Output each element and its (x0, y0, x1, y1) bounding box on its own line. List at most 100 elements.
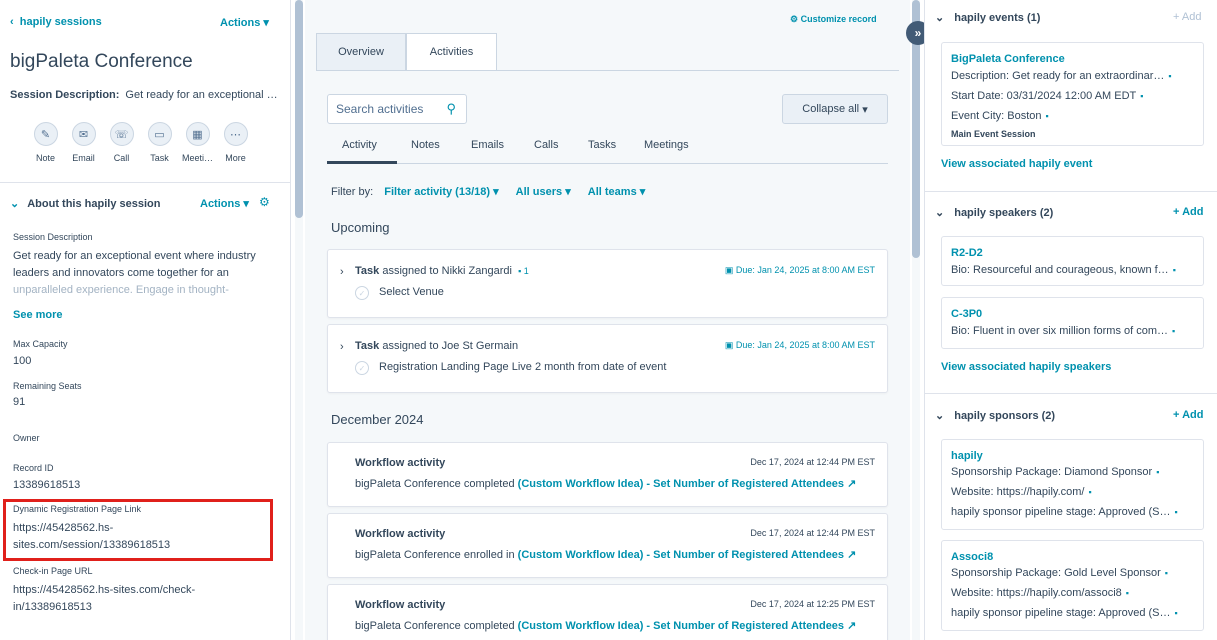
sponsor-website: Website: https://hapily.com/associ8 ▪ (951, 587, 1196, 599)
view-associated-speakers-link[interactable]: View associated hapily speakers (941, 361, 1111, 373)
more-action[interactable]: ⋯ More (222, 122, 249, 163)
workflow-card[interactable]: Workflow activity Dec 17, 2024 at 12:25 … (327, 584, 888, 640)
task-complete-checkbox[interactable]: ✓ (355, 286, 369, 300)
sponsor-name-link[interactable]: Associ8 (951, 551, 993, 563)
workflow-body-text: bigPaleta Conference enrolled in (355, 549, 515, 561)
workflow-body-text: bigPaleta Conference completed (355, 478, 515, 490)
checkin-url-value[interactable]: in/13389618513 (13, 599, 92, 616)
workflow-body: bigPaleta Conference completed (Custom W… (355, 477, 856, 490)
speakers-section-toggle[interactable]: ⌄ hapily speakers (2) (935, 206, 1053, 219)
scrollbar-thumb[interactable] (295, 0, 303, 218)
all-teams-dropdown[interactable]: All teams ▾ (588, 186, 646, 198)
all-users-dropdown[interactable]: All users ▾ (516, 186, 571, 198)
sponsor-name-link[interactable]: hapily (951, 450, 983, 462)
copy-icon[interactable]: ▪ (1168, 71, 1171, 81)
event-name-link[interactable]: BigPaleta Conference (951, 53, 1065, 65)
left-sidebar: ‹ hapily sessions Actions ▾ bigPaleta Co… (0, 0, 291, 640)
speaker-name-link[interactable]: R2-D2 (951, 247, 983, 259)
events-section-toggle[interactable]: ⌄ hapily events (1) (935, 11, 1040, 24)
sponsor-stage-text: hapily sponsor pipeline stage: Approved … (951, 607, 1171, 619)
subtab-emails[interactable]: Emails (471, 139, 504, 151)
session-description-summary: Session Description: Get ready for an exc… (10, 89, 280, 101)
workflow-title: Workflow activity (355, 599, 446, 611)
task-complete-checkbox[interactable]: ✓ (355, 361, 369, 375)
copy-icon[interactable]: ▪ (1173, 265, 1176, 275)
checkin-url-value[interactable]: https://45428562.hs-sites.com/check- (13, 582, 195, 599)
task-name[interactable]: Select Venue (379, 286, 444, 298)
workflow-timestamp: Dec 17, 2024 at 12:44 PM EST (750, 528, 875, 538)
collapse-all-button[interactable]: Collapse all ▾ (782, 94, 888, 124)
copy-icon[interactable]: ▪ (1175, 507, 1178, 517)
event-city-text: Event City: Boston (951, 110, 1042, 122)
event-tag: Main Event Session (951, 129, 1036, 139)
sponsors-section-toggle[interactable]: ⌄ hapily sponsors (2) (935, 409, 1055, 422)
all-teams-label: All teams (587, 186, 637, 198)
comment-icon: ▪ (518, 266, 522, 276)
workflow-link[interactable]: (Custom Workflow Idea) - Set Number of R… (518, 549, 857, 561)
task-prefix: Task (355, 340, 380, 352)
sponsor-card: hapily Sponsorship Package: Diamond Spon… (941, 439, 1204, 530)
max-capacity-value[interactable]: 100 (13, 353, 31, 370)
subtab-meetings[interactable]: Meetings (644, 139, 689, 151)
customize-record-link[interactable]: ⚙ Customize record (790, 14, 877, 25)
month-header: December 2024 (331, 412, 424, 427)
sponsor-package-text: Sponsorship Package: Diamond Sponsor (951, 466, 1153, 478)
about-actions-dropdown[interactable]: Actions ▾ (200, 197, 249, 210)
copy-icon[interactable]: ▪ (1088, 487, 1091, 497)
copy-icon[interactable]: ▪ (1175, 608, 1178, 618)
speaker-name-link[interactable]: C-3P0 (951, 308, 982, 320)
copy-icon[interactable]: ▪ (1126, 588, 1129, 598)
workflow-title: Workflow activity (355, 457, 446, 469)
search-activities-input[interactable]: Search activities ⚲ (327, 94, 467, 124)
about-section-title: About this hapily session (27, 198, 161, 210)
email-action[interactable]: ✉ Email (70, 122, 97, 163)
event-card: BigPaleta Conference Description: Get re… (941, 42, 1204, 146)
subtab-calls[interactable]: Calls (534, 139, 558, 151)
copy-icon[interactable]: ▪ (1046, 111, 1049, 121)
gear-icon[interactable]: ⚙ (259, 195, 270, 209)
filter-row: Filter by: Filter activity (13/18) ▾ All… (331, 185, 645, 198)
workflow-link-text: (Custom Workflow Idea) - Set Number of R… (517, 620, 845, 632)
workflow-link[interactable]: (Custom Workflow Idea) - Set Number of R… (518, 620, 857, 632)
back-link[interactable]: ‹ hapily sessions (10, 16, 102, 28)
about-section-toggle[interactable]: ⌄ About this hapily session (10, 197, 160, 210)
remaining-seats-value[interactable]: 91 (13, 394, 25, 411)
task-name[interactable]: Registration Landing Page Live 2 month f… (379, 361, 666, 373)
add-speaker-button[interactable]: + Add (1173, 206, 1203, 218)
note-action[interactable]: ✎ Note (32, 122, 59, 163)
add-sponsor-button[interactable]: + Add (1173, 409, 1203, 421)
add-event-button[interactable]: + Add (1173, 11, 1201, 23)
copy-icon[interactable]: ▪ (1165, 568, 1168, 578)
event-description-text: Description: Get ready for an extraordin… (951, 70, 1165, 82)
workflow-card[interactable]: Workflow activity Dec 17, 2024 at 12:44 … (327, 513, 888, 578)
copy-icon[interactable]: ▪ (1140, 91, 1143, 101)
copy-icon[interactable]: ▪ (1172, 326, 1175, 336)
workflow-link[interactable]: (Custom Workflow Idea) - Set Number of R… (518, 478, 857, 490)
tab-activities[interactable]: Activities (406, 33, 497, 71)
view-associated-event-link[interactable]: View associated hapily event (941, 158, 1092, 170)
task-action[interactable]: ▭ Task (146, 122, 173, 163)
subtab-tasks[interactable]: Tasks (588, 139, 616, 151)
calendar-icon: ▣ (724, 340, 734, 350)
chevron-right-icon[interactable]: › (340, 341, 344, 353)
actions-dropdown[interactable]: Actions ▾ (220, 16, 269, 29)
filter-activity-dropdown[interactable]: Filter activity (13/18) ▾ (384, 186, 498, 198)
max-capacity-label: Max Capacity (13, 339, 68, 349)
copy-icon[interactable]: ▪ (1156, 467, 1159, 477)
divider (925, 393, 1217, 394)
workflow-card[interactable]: Workflow activity Dec 17, 2024 at 12:44 … (327, 442, 888, 507)
tab-overview[interactable]: Overview (316, 33, 406, 71)
task-due-text: Due: Jan 24, 2025 at 8:00 AM EST (735, 265, 875, 275)
task-card[interactable]: › Task assigned to Nikki Zangardi ▪ 1 ▣ … (327, 249, 888, 318)
see-more-link[interactable]: See more (13, 309, 63, 321)
activity-scrollbar[interactable] (912, 0, 920, 640)
sponsor-package-text: Sponsorship Package: Gold Level Sponsor (951, 567, 1161, 579)
subtab-activity[interactable]: Activity (342, 139, 377, 151)
call-action[interactable]: ☏ Call (108, 122, 135, 163)
comment-count[interactable]: ▪ 1 (518, 266, 529, 276)
chevron-right-icon[interactable]: › (340, 266, 344, 278)
meeting-action[interactable]: ▦ Meeti… (182, 122, 213, 163)
subtab-notes[interactable]: Notes (411, 139, 440, 151)
task-card[interactable]: › Task assigned to Joe St Germain ▣ Due:… (327, 324, 888, 393)
left-scrollbar[interactable] (295, 0, 303, 640)
